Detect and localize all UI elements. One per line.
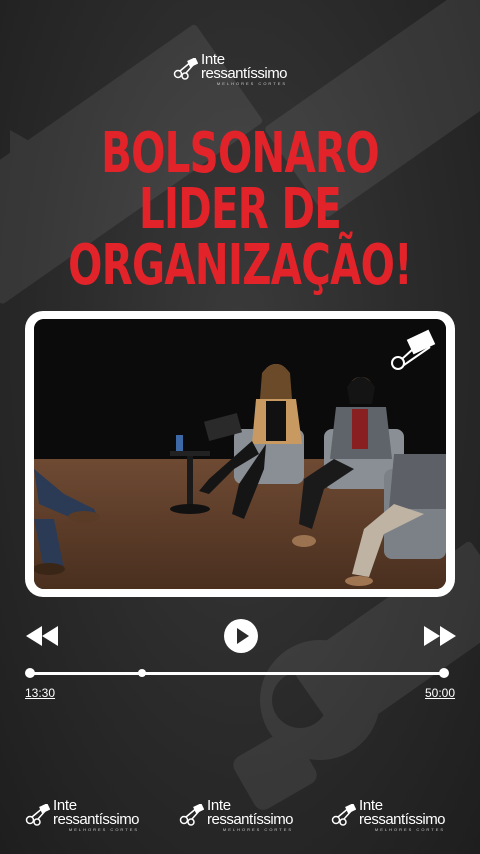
brand-logo: Inte ressantíssimo MELHORES CORTES (172, 52, 288, 86)
film-scissors-icon (25, 804, 50, 826)
brand-tagline: MELHORES CORTES (216, 81, 288, 86)
progress-start-dot (25, 668, 35, 678)
film-scissors-icon (331, 804, 356, 826)
video-player[interactable] (34, 319, 446, 589)
rewind-icon[interactable] (26, 626, 58, 646)
headline-line-2: LIDER DE (138, 177, 342, 242)
brand-line2: ressantíssimo (201, 65, 288, 82)
total-time: 50:00 (425, 686, 456, 700)
brand-tagline: MELHORES CORTES (68, 827, 140, 832)
progress-playhead[interactable] (137, 669, 146, 677)
progress-end-dot (439, 668, 449, 678)
brand-tagline: MELHORES CORTES (374, 827, 446, 832)
brand-logo-bottom-2: Inte ressantíssimo MELHORES CORTES (178, 798, 294, 832)
brand-line2: ressantíssimo (207, 811, 294, 828)
headline: BOLSONARO LIDER DE ORGANIZAÇÃO! (67, 126, 413, 294)
brand-tagline: MELHORES CORTES (222, 827, 294, 832)
fast-forward-icon[interactable] (424, 626, 456, 646)
progress-track[interactable] (30, 672, 444, 675)
brand-line2: ressantíssimo (53, 811, 140, 828)
film-scissors-icon (173, 58, 198, 80)
headline-line-3: ORGANIZAÇÃO! (68, 233, 412, 298)
current-time: 13:30 (25, 686, 56, 700)
play-button[interactable] (224, 619, 258, 653)
brand-line2: ressantíssimo (359, 811, 446, 828)
brand-logo-bottom-3: Inte ressantíssimo MELHORES CORTES (330, 798, 446, 832)
brand-logo-bottom-1: Inte ressantíssimo MELHORES CORTES (24, 798, 140, 832)
play-icon (237, 628, 249, 644)
video-thumbnail (34, 319, 446, 589)
film-scissors-icon (179, 804, 204, 826)
headline-line-1: BOLSONARO (101, 121, 380, 186)
